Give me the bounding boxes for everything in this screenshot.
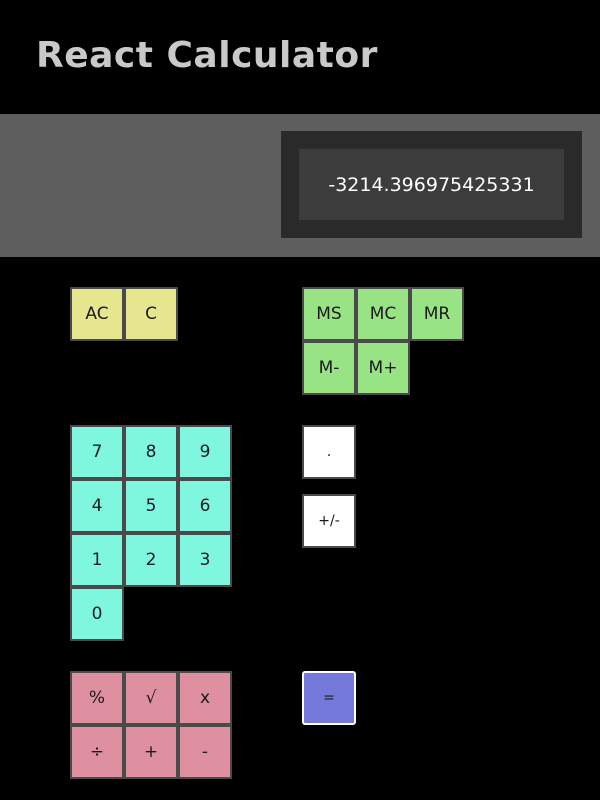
divide-button[interactable]: ÷ [70,725,124,779]
square-root-button[interactable]: √ [124,671,178,725]
percent-button[interactable]: % [70,671,124,725]
digit-8-button[interactable]: 8 [124,425,178,479]
all-clear-button[interactable]: AC [70,287,124,341]
calculator-app: React Calculator -3214.396975425331 AC C… [0,0,600,800]
digit-6-button[interactable]: 6 [178,479,232,533]
memory-recall-button[interactable]: MR [410,287,464,341]
display-screen: -3214.396975425331 [299,149,564,220]
equals-button[interactable]: = [302,671,356,725]
display-band: -3214.396975425331 [0,114,600,257]
memory-minus-button[interactable]: M- [302,341,356,395]
clear-button[interactable]: C [124,287,178,341]
memory-store-button[interactable]: MS [302,287,356,341]
app-title: React Calculator [36,35,378,76]
memory-clear-button[interactable]: MC [356,287,410,341]
digit-0-button[interactable]: 0 [70,587,124,641]
digit-2-button[interactable]: 2 [124,533,178,587]
digit-3-button[interactable]: 3 [178,533,232,587]
memory-plus-button[interactable]: M+ [356,341,410,395]
digit-9-button[interactable]: 9 [178,425,232,479]
digit-5-button[interactable]: 5 [124,479,178,533]
digit-4-button[interactable]: 4 [70,479,124,533]
digit-1-button[interactable]: 1 [70,533,124,587]
add-button[interactable]: + [124,725,178,779]
display-frame: -3214.396975425331 [281,131,582,238]
multiply-button[interactable]: x [178,671,232,725]
display-value: -3214.396975425331 [328,173,535,196]
decimal-point-button[interactable]: . [302,425,356,479]
subtract-button[interactable]: - [178,725,232,779]
negate-button[interactable]: +/- [302,494,356,548]
digit-7-button[interactable]: 7 [70,425,124,479]
